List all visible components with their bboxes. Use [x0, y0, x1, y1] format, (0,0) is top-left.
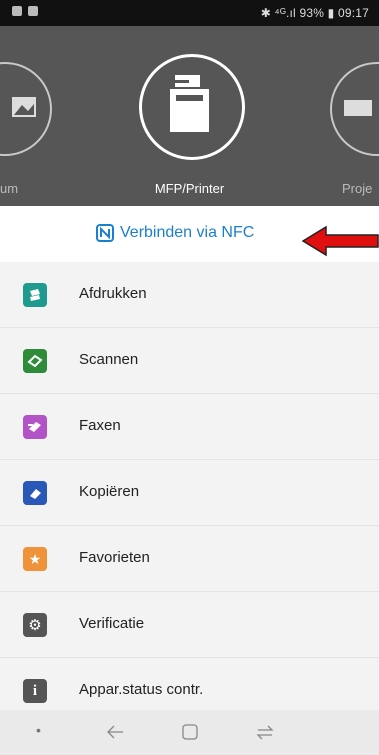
device-projector-circle[interactable] — [330, 62, 379, 156]
notification-icon — [28, 6, 38, 16]
nfc-icon — [96, 224, 114, 242]
status-bar: ✱ ⁴ᴳ.ıl 93% ▮ 09:17 — [0, 0, 379, 26]
dot-icon[interactable]: • — [36, 722, 41, 738]
photo-icon — [12, 97, 36, 117]
menu-item-verificatie[interactable]: ⚙ Verificatie — [0, 592, 379, 658]
scan-icon — [23, 349, 47, 373]
device-carousel[interactable]: um MFP/Printer Proje — [0, 26, 379, 206]
menu-item-favorieten[interactable]: ★ Favorieten — [0, 526, 379, 592]
recents-icon[interactable] — [256, 723, 274, 741]
menu-item-scannen[interactable]: Scannen — [0, 328, 379, 394]
function-menu: Afdrukken Scannen Faxen Kopiëren ★ Favor… — [0, 262, 379, 723]
print-icon — [23, 283, 47, 307]
notification-icons — [12, 6, 38, 16]
annotation-arrow-icon — [302, 225, 379, 257]
device-photo-circle[interactable] — [0, 62, 52, 156]
home-icon[interactable] — [182, 724, 198, 740]
star-icon: ★ — [23, 547, 47, 571]
signal-icon: ✱ ⁴ᴳ.ıl — [260, 6, 300, 20]
menu-label: Appar.status contr. — [79, 681, 204, 698]
device-label-right[interactable]: Proje — [342, 181, 372, 196]
menu-item-faxen[interactable]: Faxen — [0, 394, 379, 460]
menu-label: Faxen — [79, 417, 121, 434]
back-icon[interactable] — [106, 724, 124, 740]
menu-item-afdrukken[interactable]: Afdrukken — [0, 262, 379, 328]
notification-icon — [12, 6, 22, 16]
status-right: ✱ ⁴ᴳ.ıl 93% ▮ 09:17 — [261, 6, 369, 20]
printer-icon — [170, 75, 209, 132]
clock: 09:17 — [337, 6, 369, 20]
menu-label: Kopiëren — [79, 483, 140, 500]
menu-label: Favorieten — [79, 549, 150, 566]
copy-icon — [23, 481, 47, 505]
device-label-mfp[interactable]: MFP/Printer — [0, 181, 379, 196]
projector-icon — [344, 100, 372, 116]
menu-label: Verificatie — [79, 615, 145, 632]
fax-icon — [23, 415, 47, 439]
battery-icon: ▮ — [324, 6, 338, 20]
info-icon: i — [23, 679, 47, 703]
android-nav-bar: • — [0, 710, 379, 755]
menu-label: Afdrukken — [79, 285, 147, 302]
menu-label: Scannen — [79, 351, 139, 368]
gear-icon: ⚙ — [23, 613, 47, 637]
menu-item-kopieren[interactable]: Kopiëren — [0, 460, 379, 526]
battery-text: 93% — [299, 6, 325, 20]
nfc-label[interactable]: Verbinden via NFC — [120, 224, 254, 242]
